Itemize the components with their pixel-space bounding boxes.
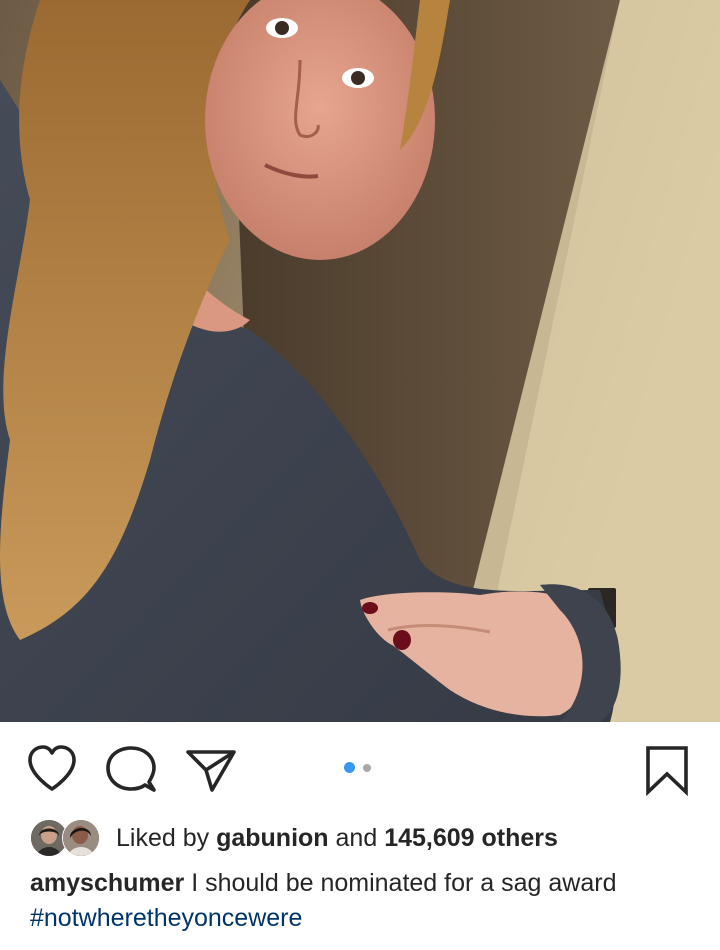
post-caption: amyschumer I should be nominated for a s… (30, 866, 710, 936)
carousel-indicator (342, 762, 378, 774)
bookmark-icon (646, 746, 688, 797)
like-button[interactable] (26, 744, 78, 794)
likes-count[interactable]: 145,609 others (384, 824, 558, 853)
caption-username[interactable]: amyschumer (30, 869, 184, 897)
carousel-dot-inactive (363, 764, 371, 772)
likes-connector: and (335, 823, 378, 852)
comment-button[interactable] (104, 744, 160, 796)
liker-username[interactable]: gabunion (216, 824, 328, 853)
likes-prefix: Liked by (116, 823, 210, 852)
save-button[interactable] (642, 744, 692, 797)
post-action-bar (0, 722, 720, 814)
avatar (62, 819, 100, 857)
carousel-dot-active (344, 762, 355, 773)
comment-icon (106, 746, 156, 792)
heart-icon (28, 745, 76, 791)
selfie-photo-illustration (0, 0, 720, 722)
paper-plane-icon (186, 750, 236, 792)
instagram-post: Liked by gabunion and 145,609 others amy… (0, 0, 720, 950)
caption-hashtag[interactable]: #notwheretheyoncewere (30, 901, 710, 936)
caption-text: I should be nominated for a sag award (191, 869, 617, 897)
likes-summary: Liked by gabunion and 145,609 others (30, 818, 558, 858)
share-button[interactable] (184, 746, 238, 794)
liker-avatars[interactable] (30, 819, 102, 857)
post-photo[interactable] (0, 0, 720, 722)
